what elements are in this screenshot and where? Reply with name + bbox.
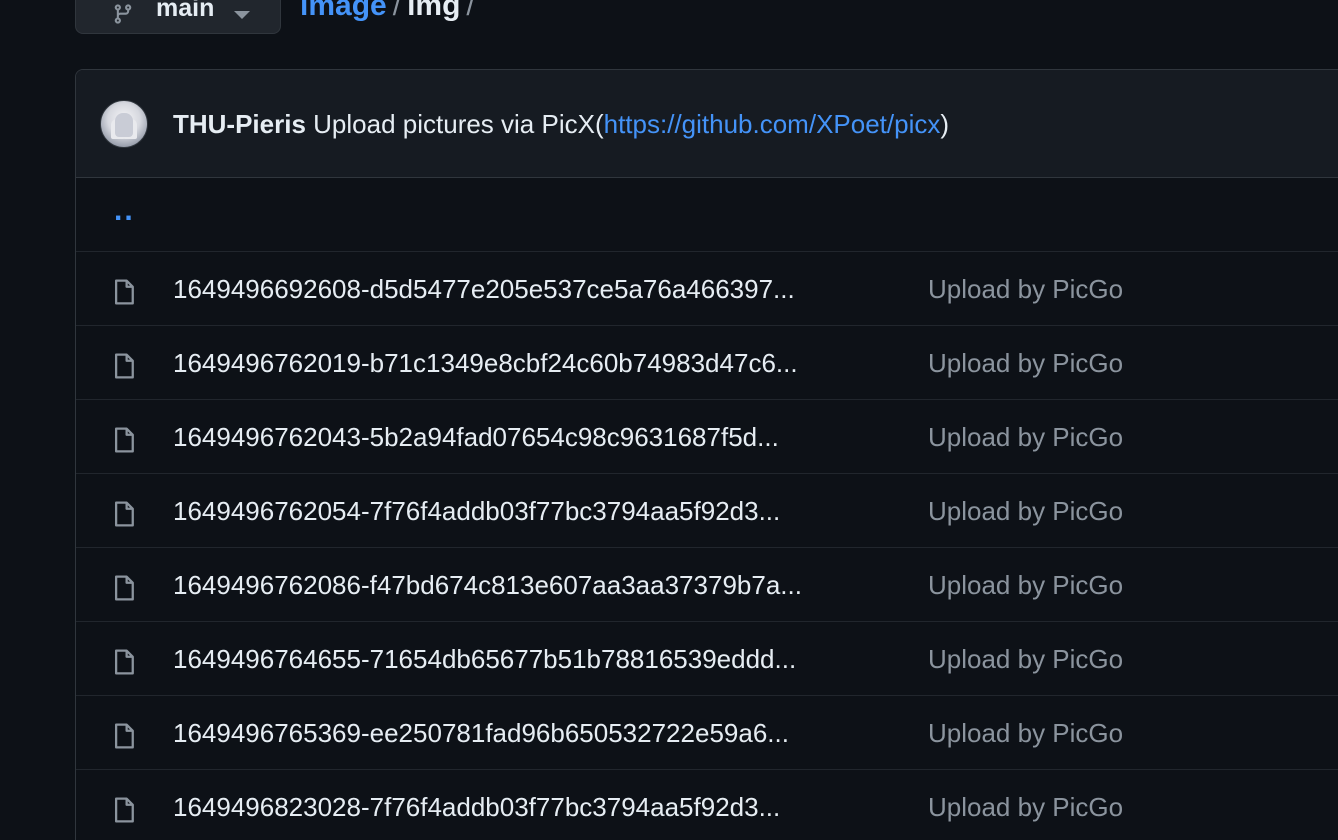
latest-commit-text: THU-Pieris Upload pictures via PicX(http… [173,108,949,140]
file-name-link[interactable]: 1649496762054-7f76f4addb03f77bc3794aa5f9… [173,495,893,527]
file-row[interactable]: 1649496764655-71654db65677b51b78816539ed… [76,622,1338,696]
latest-commit-header: THU-Pieris Upload pictures via PicX(http… [76,70,1338,178]
file-row[interactable]: 1649496765369-ee250781fad96b650532722e59… [76,696,1338,770]
branch-name: main [156,0,215,22]
file-icon [114,501,134,527]
avatar[interactable] [100,100,148,148]
breadcrumb-trailing-separator: / [466,0,475,22]
breadcrumb-current-folder: img [407,0,461,22]
file-commit-message-link[interactable]: Upload by PicGo [928,273,1123,305]
file-row[interactable]: 1649496762086-f47bd674c813e607aa3aa37379… [76,548,1338,622]
file-name-link[interactable]: 1649496762043-5b2a94fad07654c98c9631687f… [173,421,893,453]
file-commit-message-link[interactable]: Upload by PicGo [928,421,1123,453]
file-icon [114,427,134,453]
file-name-link[interactable]: 1649496762019-b71c1349e8cbf24c60b74983d4… [173,347,893,379]
breadcrumb-repo-link[interactable]: image [300,0,387,22]
file-list-table: THU-Pieris Upload pictures via PicX(http… [75,69,1338,840]
breadcrumb: image / img / [300,0,481,24]
file-name-link[interactable]: 1649496692608-d5d5477e205e537ce5a76a4663… [173,273,893,305]
file-rows: 1649496692608-d5d5477e205e537ce5a76a4663… [76,252,1338,840]
file-row[interactable]: 1649496823028-7f76f4addb03f77bc3794aa5f9… [76,770,1338,840]
file-row[interactable]: 1649496762043-5b2a94fad07654c98c9631687f… [76,400,1338,474]
file-commit-message-link[interactable]: Upload by PicGo [928,347,1123,379]
file-name-link[interactable]: 1649496765369-ee250781fad96b650532722e59… [173,717,893,749]
git-branch-icon [114,4,132,24]
file-icon [114,575,134,601]
file-icon [114,649,134,675]
file-icon [114,353,134,379]
commit-message-end: ) [940,109,950,139]
file-commit-message-link[interactable]: Upload by PicGo [928,791,1123,823]
commit-author-link[interactable]: THU-Pieris [173,109,306,139]
file-row[interactable]: 1649496762054-7f76f4addb03f77bc3794aa5f9… [76,474,1338,548]
file-commit-message-link[interactable]: Upload by PicGo [928,569,1123,601]
repo-file-browser: main image / img / THU-Pieris Upload pictur… [0,0,1338,840]
file-commit-message-link[interactable]: Upload by PicGo [928,643,1123,675]
file-icon [114,723,134,749]
parent-directory-row[interactable]: .. [76,178,1338,252]
caret-down-icon [234,11,250,19]
file-row[interactable]: 1649496762019-b71c1349e8cbf24c60b74983d4… [76,326,1338,400]
file-name-link[interactable]: 1649496764655-71654db65677b51b78816539ed… [173,643,893,675]
file-commit-message-link[interactable]: Upload by PicGo [928,717,1123,749]
file-name-link[interactable]: 1649496762086-f47bd674c813e607aa3aa37379… [173,569,893,601]
parent-directory-link[interactable]: .. [114,194,135,228]
commit-message-link[interactable]: https://github.com/XPoet/picx [604,109,941,139]
file-commit-message-link[interactable]: Upload by PicGo [928,495,1123,527]
file-name-link[interactable]: 1649496823028-7f76f4addb03f77bc3794aa5f9… [173,791,893,823]
commit-message[interactable]: Upload pictures via PicX( [313,109,603,139]
branch-selector-button[interactable]: main [75,0,281,34]
breadcrumb-separator: / [392,0,402,22]
file-icon [114,279,134,305]
file-icon [114,797,134,823]
file-row[interactable]: 1649496692608-d5d5477e205e537ce5a76a4663… [76,252,1338,326]
